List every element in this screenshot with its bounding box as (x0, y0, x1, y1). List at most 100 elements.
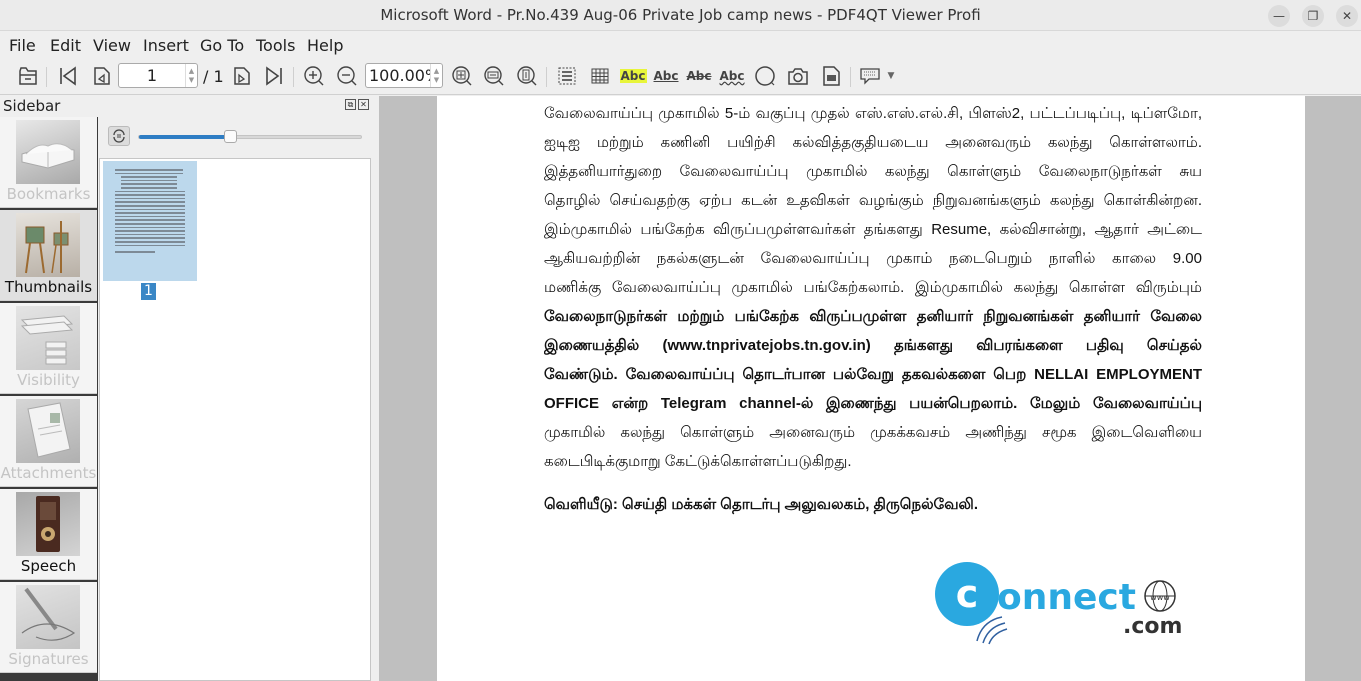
logo-text: onnect (997, 577, 1136, 618)
underline-icon: Abc (653, 69, 679, 83)
page-spinner-arrows[interactable]: ▲ ▼ (185, 64, 197, 87)
thumbnail-text-line (115, 172, 183, 175)
window-title: Microsoft Word - Pr.No.439 Aug-06 Privat… (380, 6, 981, 24)
select-text-icon (558, 67, 576, 85)
close-icon: ✕ (1341, 9, 1353, 23)
next-page-button[interactable] (229, 64, 253, 88)
thumbnail-text-line (115, 205, 185, 207)
thumbnail-text-line (121, 179, 177, 182)
comment-dropdown[interactable]: ▼ (884, 64, 898, 88)
menu-file[interactable]: File (9, 36, 36, 55)
refresh-thumbnails-button[interactable] (108, 126, 130, 146)
zoom-value: 100.00% (369, 66, 430, 85)
thumbnail-text-line (115, 215, 185, 218)
comment-button[interactable] (858, 64, 882, 88)
strikeout-button[interactable]: Abc (687, 64, 712, 88)
menu-edit[interactable]: Edit (50, 36, 81, 55)
squiggly-icon: Abc (719, 69, 745, 83)
fit-page-icon (452, 66, 472, 86)
highlight-icon: Abc (619, 69, 647, 83)
thumbnail-text-line (115, 233, 185, 236)
fit-page-button[interactable] (450, 64, 474, 88)
sidebar-tab-label: Thumbnails (4, 278, 93, 296)
underline-button[interactable]: Abc (653, 64, 679, 88)
close-button[interactable]: ✕ (1336, 5, 1358, 27)
next-page-icon (234, 67, 250, 85)
menu-view[interactable]: View (93, 36, 131, 55)
menu-help[interactable]: Help (307, 36, 343, 55)
thumbnail-text-line (115, 197, 185, 200)
thumbnail-text-line (121, 183, 177, 185)
slider-handle[interactable] (224, 130, 238, 143)
last-page-button[interactable] (262, 64, 286, 88)
connect-logo: c onnect www .com (927, 551, 1187, 646)
select-table-button[interactable] (588, 64, 612, 88)
magnifier-icon (755, 66, 775, 86)
zoom-out-button[interactable] (335, 64, 359, 88)
document-line: ஐடிஐ மற்றும் கணினி பயிற்சி கல்வித்தகுதிய… (544, 134, 1202, 151)
fit-width-button[interactable] (482, 64, 506, 88)
sidebar-tab-label: Signatures (8, 650, 89, 668)
sidebar-tab-visibility[interactable]: Visibility (0, 303, 97, 394)
svg-text:c: c (956, 572, 979, 616)
highlight-button[interactable]: Abc (619, 64, 647, 88)
zoom-in-button[interactable] (302, 64, 326, 88)
document-line: வேண்டும். வேலைவாய்ப்பு தொடர்பான பல்வேறு … (544, 366, 1202, 383)
visibility-icon (16, 306, 80, 370)
thumbnail-text-line (115, 230, 185, 232)
first-page-button[interactable] (56, 64, 80, 88)
sidebar-tab-bookmarks[interactable]: Bookmarks (0, 117, 97, 208)
thumbnail-text-line (115, 208, 185, 211)
title-bar: Microsoft Word - Pr.No.439 Aug-06 Privat… (0, 0, 1361, 31)
press-release-source: வெளியீடு: செய்தி மக்கள் தொடர்பு அலுவலகம்… (544, 496, 978, 513)
minimize-button[interactable]: — (1268, 5, 1290, 27)
zoom-in-icon (304, 66, 324, 86)
document-line: மணிக்கு வேலைவாய்ப்பு முகாமில் பங்கேற்கலா… (544, 279, 1202, 296)
thumbnail-text-line (121, 187, 177, 189)
screenshot-button[interactable] (786, 64, 810, 88)
sidebar-header: Sidebar ⧉ ✕ (0, 96, 375, 116)
thumbnail-text-line (115, 241, 185, 243)
page-thumbnail[interactable] (103, 161, 197, 281)
first-page-icon (60, 66, 76, 86)
sidebar-tab-attachments[interactable]: Attachments (0, 396, 97, 487)
zoom-out-icon (337, 66, 357, 86)
page-number-input[interactable]: 1 ▲ ▼ (118, 63, 198, 88)
magnifier-button[interactable] (753, 64, 777, 88)
extract-image-button[interactable] (819, 64, 843, 88)
menu-insert[interactable]: Insert (143, 36, 189, 55)
restore-icon: ❐ (1307, 9, 1319, 23)
sidebar-tab-signatures[interactable]: Signatures (0, 582, 97, 673)
squiggly-button[interactable]: Abc (719, 64, 745, 88)
thumbnail-size-slider[interactable] (138, 130, 362, 143)
menu-tools[interactable]: Tools (256, 36, 295, 55)
previous-page-button[interactable] (89, 64, 113, 88)
zoom-spinner-arrows[interactable]: ▲ ▼ (430, 64, 442, 87)
close-sidebar-button[interactable]: ✕ (358, 99, 369, 110)
sidebar-tab-label: Attachments (0, 464, 97, 482)
select-text-button[interactable] (555, 64, 579, 88)
restore-button[interactable]: ❐ (1302, 5, 1324, 27)
document-line: இம்முகாமில் பங்கேற்க விருப்பமுள்ளவர்கள் … (544, 221, 1202, 238)
attachments-icon (16, 399, 80, 463)
thumbnail-list[interactable]: 1 (99, 158, 371, 681)
bookmarks-icon (16, 120, 80, 184)
sidebar-tab-label: Speech (20, 557, 77, 575)
float-sidebar-button[interactable]: ⧉ (345, 99, 356, 110)
thumbnail-text-line (115, 212, 185, 214)
menu-goto[interactable]: Go To (200, 36, 244, 55)
open-button[interactable] (16, 64, 40, 88)
last-page-icon (266, 66, 282, 86)
zoom-input[interactable]: 100.00% ▲▼ (365, 63, 443, 88)
sidebar-tab-speech[interactable]: Speech (0, 489, 97, 580)
thumbnail-text-line (115, 226, 185, 229)
fit-height-button[interactable] (515, 64, 539, 88)
sidebar-tab-label: Bookmarks (6, 185, 91, 203)
document-line: தொழில் செய்வதற்கு ஏற்ப கடன் உதவிகள் வழங்… (544, 192, 1202, 209)
refresh-icon (113, 129, 125, 143)
sidebar-tab-thumbnails[interactable]: Thumbnails (0, 210, 97, 301)
toolbar-separator (293, 67, 294, 87)
comment-icon (860, 68, 880, 85)
signatures-icon (16, 585, 80, 649)
document-viewer[interactable]: வேலைவாய்ப்பு முகாமில் 5-ம் வகுப்பு முதல்… (379, 96, 1361, 681)
